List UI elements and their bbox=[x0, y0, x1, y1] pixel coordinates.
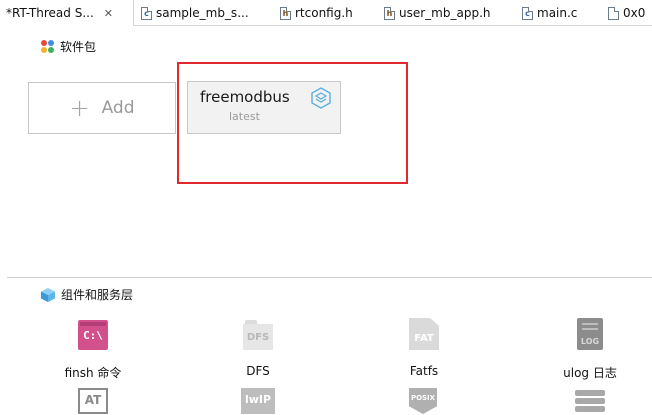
components-section-header: 组件和服务层 bbox=[40, 286, 133, 303]
tab-label: main.c bbox=[537, 6, 578, 20]
components-cube-icon bbox=[41, 287, 55, 302]
tab-label: sample_mb_s... bbox=[156, 6, 249, 20]
component-ulog[interactable]: LOG ulog 日志 bbox=[545, 318, 635, 381]
component-label: finsh 命令 bbox=[64, 366, 122, 380]
tab-rt-thread-settings[interactable]: *RT-Thread S... ✕ bbox=[0, 0, 134, 26]
tab-label: 0x0 bbox=[623, 6, 646, 20]
tab-label: user_mb_app.h bbox=[399, 6, 491, 20]
c-file-icon: c bbox=[522, 6, 533, 20]
tab-0x0[interactable]: 0x0 bbox=[608, 0, 652, 26]
c-file-icon: c bbox=[141, 6, 152, 20]
plus-icon: + bbox=[69, 94, 90, 122]
ulog-log-icon: LOG bbox=[577, 318, 603, 350]
fatfs-file-icon: FAT bbox=[409, 318, 439, 350]
finsh-icon: C:\ bbox=[78, 320, 108, 350]
component-lwip[interactable]: lwIP bbox=[213, 384, 303, 415]
tab-label: rtconfig.h bbox=[295, 6, 353, 20]
highlight-annotation-box bbox=[177, 62, 408, 184]
section-divider bbox=[7, 277, 652, 278]
at-icon: AT bbox=[78, 388, 108, 414]
tab-main-c[interactable]: c main.c bbox=[522, 0, 598, 26]
add-package-button[interactable]: + Add bbox=[28, 82, 176, 134]
close-icon[interactable]: ✕ bbox=[104, 7, 113, 20]
tab-sample-mb-slave[interactable]: c sample_mb_s... bbox=[141, 0, 273, 26]
component-label: DFS bbox=[246, 364, 270, 378]
tab-rtconfig-h[interactable]: h rtconfig.h bbox=[280, 0, 376, 26]
packages-section-header: 软件包 bbox=[41, 38, 96, 55]
packages-section-title: 软件包 bbox=[60, 40, 97, 54]
stack-icon bbox=[575, 388, 605, 414]
add-label: Add bbox=[101, 98, 135, 118]
posix-icon: POSIX bbox=[409, 388, 437, 414]
component-finsh[interactable]: C:\ finsh 命令 bbox=[48, 318, 138, 381]
component-at[interactable]: AT bbox=[48, 384, 138, 415]
component-fatfs[interactable]: FAT Fatfs bbox=[379, 318, 469, 378]
component-label: Fatfs bbox=[409, 364, 439, 378]
component-posix[interactable]: POSIX bbox=[379, 384, 469, 415]
packages-icon bbox=[41, 39, 55, 54]
h-file-icon: h bbox=[280, 6, 291, 20]
file-icon bbox=[608, 6, 619, 20]
h-file-icon: h bbox=[384, 6, 395, 20]
component-dfs[interactable]: DFS DFS bbox=[213, 318, 303, 378]
editor-tab-bar: *RT-Thread S... ✕ c sample_mb_s... h rtc… bbox=[0, 0, 652, 26]
tab-label: *RT-Thread S... bbox=[6, 6, 94, 20]
component-stack[interactable] bbox=[545, 384, 635, 415]
components-section-title: 组件和服务层 bbox=[61, 288, 134, 302]
tab-user-mb-app-h[interactable]: h user_mb_app.h bbox=[384, 0, 510, 26]
lwip-icon: lwIP bbox=[241, 388, 275, 414]
dfs-folder-icon: DFS bbox=[243, 320, 273, 350]
component-label: ulog 日志 bbox=[563, 366, 617, 380]
